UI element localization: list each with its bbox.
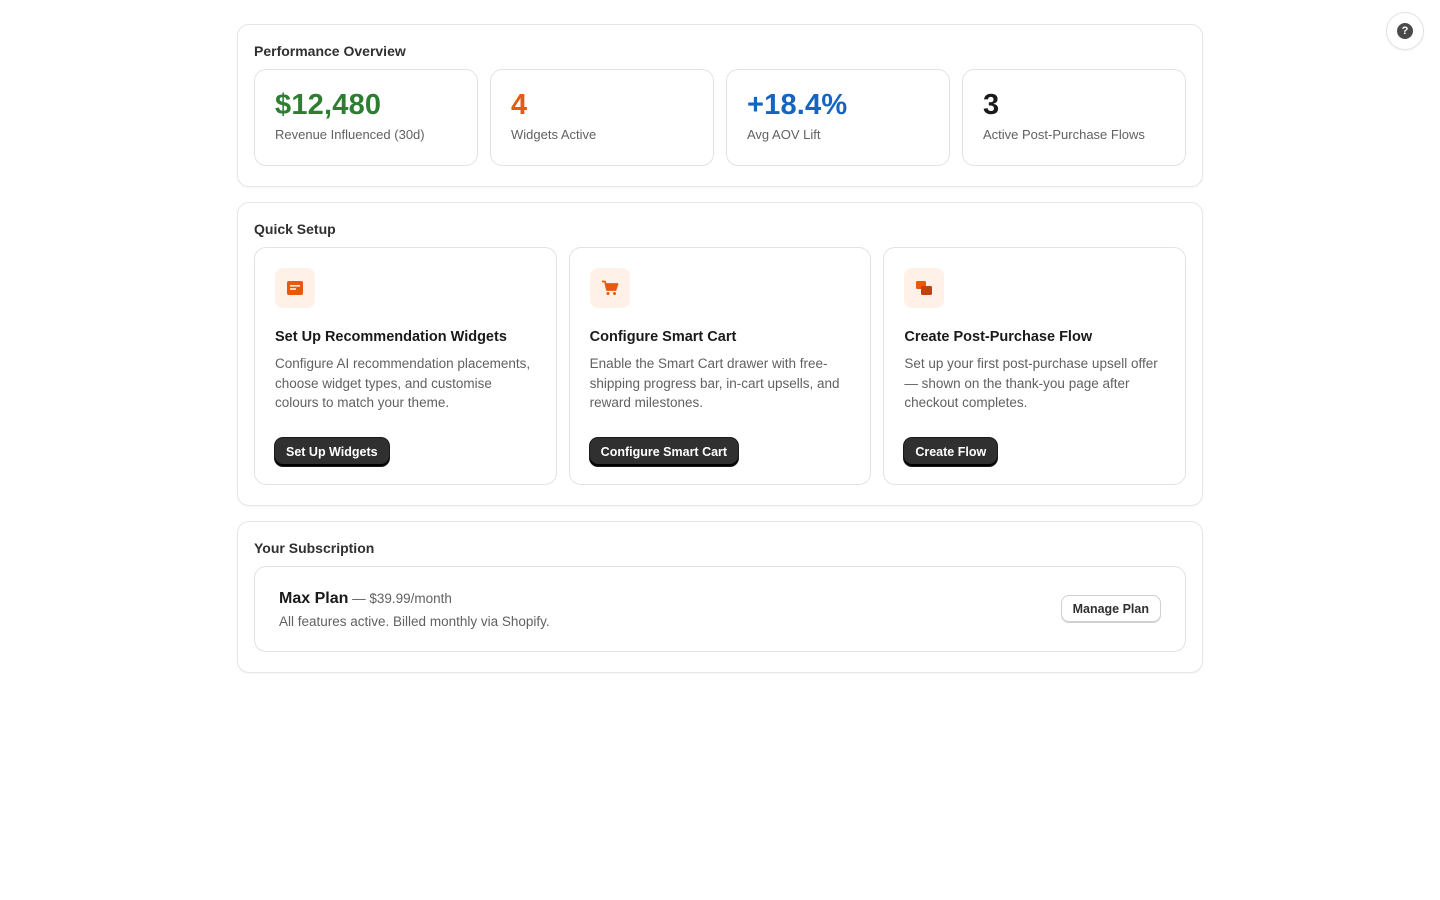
help-button[interactable]: ? <box>1386 12 1424 50</box>
performance-overview-title: Performance Overview <box>254 43 406 59</box>
setup-description: Configure AI recommendation placements, … <box>275 356 531 410</box>
setup-title: Set Up Recommendation Widgets <box>275 329 507 345</box>
setup-smart-cart: Configure Smart Cart Enable the Smart Ca… <box>568 247 872 485</box>
quick-setup-title: Quick Setup <box>254 221 336 237</box>
stat-value: 3 <box>983 89 1000 121</box>
quick-setup-card: Quick Setup Set Up Recommendation Widget… <box>237 202 1203 506</box>
setup-post-purchase: Create Post-Purchase Flow Set up your fi… <box>883 247 1187 485</box>
stat-widgets-active: 4 Widgets Active <box>490 69 714 166</box>
setup-title: Configure Smart Cart <box>589 329 737 345</box>
stat-revenue-influenced: $12,480 Revenue Influenced (30d) <box>254 69 478 166</box>
duplicate-icon <box>904 268 945 308</box>
plan-info: Max Plan — $39.99/month All features act… <box>279 590 550 629</box>
stat-post-purchase-flows: 3 Active Post-Purchase Flows <box>962 69 1186 166</box>
cart-icon <box>589 268 630 308</box>
setup-widgets: Set Up Recommendation Widgets Configure … <box>254 247 557 485</box>
subscription-card: Your Subscription Max Plan — $39.99/mont… <box>237 521 1203 673</box>
plan-description: All features active. Billed monthly via … <box>279 613 550 629</box>
stat-label: Widgets Active <box>511 127 597 142</box>
setup-description: Set up your first post-purchase upsell o… <box>904 356 1158 410</box>
question-circle-icon: ? <box>1397 23 1413 39</box>
setup-title: Create Post-Purchase Flow <box>904 329 1093 345</box>
widget-layout-icon <box>275 268 315 308</box>
stat-value: $12,480 <box>275 89 382 121</box>
stat-value: 4 <box>511 89 528 121</box>
configure-smart-cart-button[interactable]: Configure Smart Cart <box>589 438 739 466</box>
home-page: Performance Overview $12,480 Revenue Inf… <box>237 24 1203 688</box>
set-up-widgets-button[interactable]: Set Up Widgets <box>275 438 389 466</box>
stat-label: Revenue Influenced (30d) <box>275 127 425 142</box>
performance-overview-card: Performance Overview $12,480 Revenue Inf… <box>237 24 1203 187</box>
stat-value: +18.4% <box>747 89 848 121</box>
plan-box: Max Plan — $39.99/month All features act… <box>254 566 1186 652</box>
stat-label: Active Post-Purchase Flows <box>983 127 1145 142</box>
subscription-title: Your Subscription <box>254 540 375 556</box>
stat-label: Avg AOV Lift <box>747 127 821 142</box>
stats-row: $12,480 Revenue Influenced (30d) 4 Widge… <box>254 69 1186 166</box>
create-flow-button[interactable]: Create Flow <box>904 438 998 466</box>
setup-description: Enable the Smart Cart drawer with free-s… <box>589 356 840 410</box>
plan-price: — $39.99/month <box>348 590 452 606</box>
manage-plan-button[interactable]: Manage Plan <box>1060 595 1161 623</box>
plan-name: Max Plan <box>279 589 349 607</box>
setup-row: Set Up Recommendation Widgets Configure … <box>254 247 1187 485</box>
stat-avg-aov-lift: +18.4% Avg AOV Lift <box>726 69 950 166</box>
